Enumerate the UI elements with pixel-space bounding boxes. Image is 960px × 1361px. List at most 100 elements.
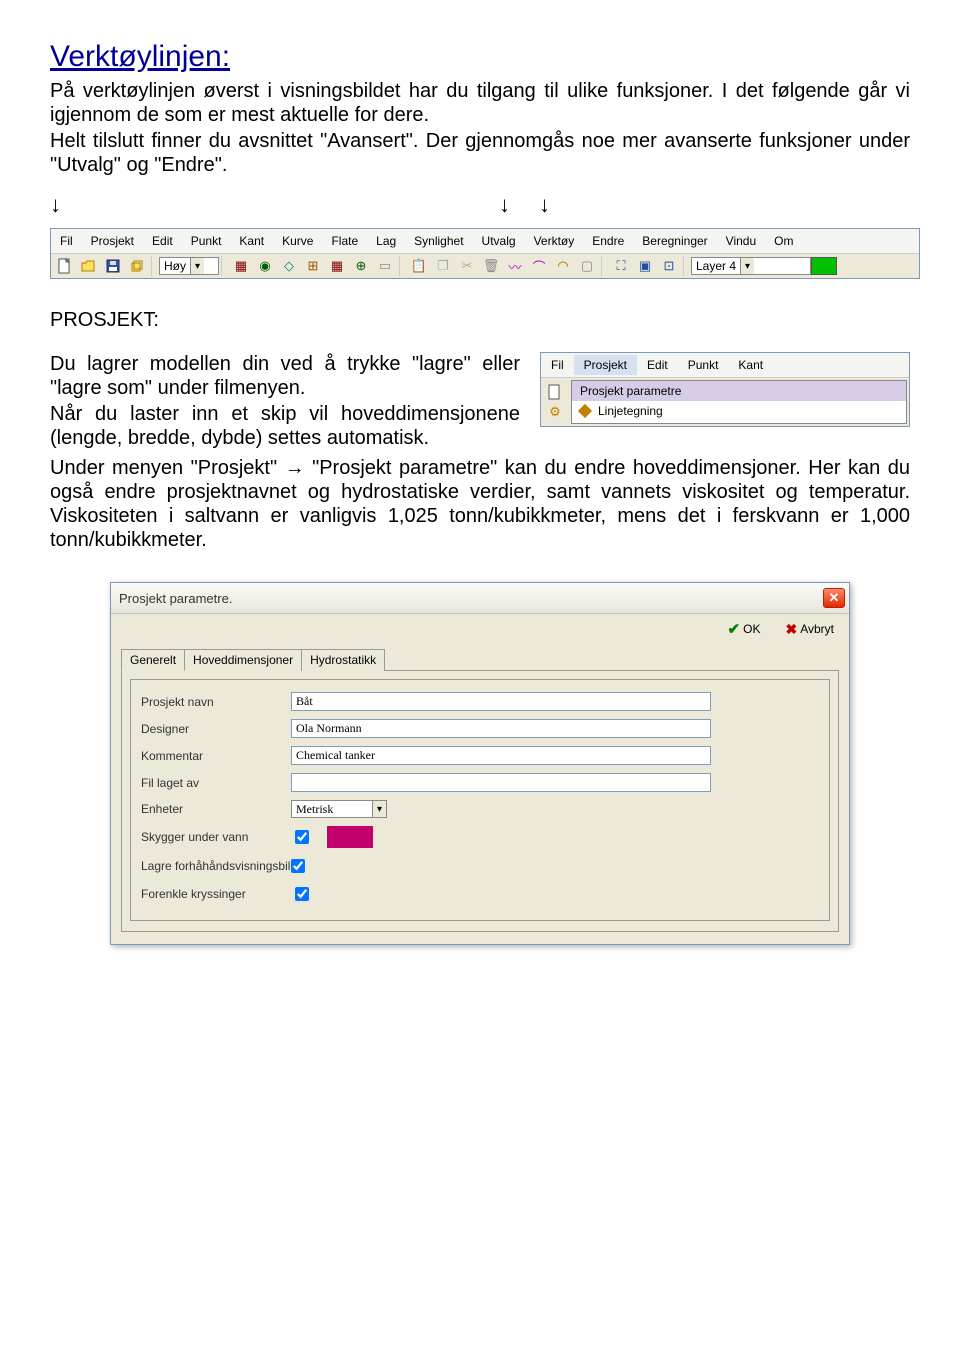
mesh-icon[interactable]: ▦ (326, 256, 348, 276)
menu-prosjekt[interactable]: Prosjekt (82, 232, 143, 250)
menu-utvalg[interactable]: Utvalg (473, 232, 525, 250)
shape-icon[interactable]: ◠ (552, 256, 574, 276)
label-designer: Designer (141, 722, 291, 736)
wireframe-icon[interactable]: ⊞ (302, 256, 324, 276)
menu-lag[interactable]: Lag (367, 232, 405, 250)
quality-combo[interactable]: Høy ▾ (159, 257, 219, 275)
mini-dropdown-screenshot: Fil Prosjekt Edit Punkt Kant ⚙ Prosjekt … (540, 352, 910, 427)
square-icon[interactable]: ▢ (576, 256, 598, 276)
cancel-button[interactable]: ✖Avbryt (785, 620, 834, 638)
checkbox-shadow[interactable] (295, 830, 309, 844)
zoom-icon[interactable]: ▣ (634, 256, 656, 276)
globe-icon[interactable]: ⚙ (544, 402, 566, 422)
body-paragraph-b: Når du laster inn et skip vil hoveddimen… (50, 402, 520, 450)
mini-menu-fil[interactable]: Fil (541, 355, 574, 375)
curve2-icon[interactable]: ⌒ (528, 256, 550, 276)
separator (601, 256, 607, 276)
mini-menu-kant[interactable]: Kant (728, 355, 773, 375)
checkbox-simplify[interactable] (295, 887, 309, 901)
tab-hydrostatikk[interactable]: Hydrostatikk (301, 649, 385, 671)
project-parameters-dialog: Prosjekt parametre. ✕ ✔OK ✖Avbryt Genere… (110, 582, 850, 945)
curves-icon[interactable]: 〰 (504, 256, 526, 276)
save-icon[interactable] (102, 256, 124, 276)
trash-icon[interactable]: 🗑 (480, 256, 502, 276)
input-project-name[interactable] (291, 692, 711, 711)
menu-flate[interactable]: Flate (322, 232, 367, 250)
checkbox-preview[interactable] (291, 859, 305, 873)
layer-value: Layer 4 (692, 259, 740, 273)
new-file-icon[interactable] (54, 256, 76, 276)
layers-icon[interactable] (126, 256, 148, 276)
label-simplify: Forenkle kryssinger (141, 887, 291, 901)
body-paragraph-a: Du lagrer modellen din ved å trykke "lag… (50, 352, 520, 400)
section-heading-prosjekt: PROSJEKT: (50, 309, 910, 332)
menu-kurve[interactable]: Kurve (273, 232, 322, 250)
icon-toolbar: Høy ▾ ▦ ◉ ◇ ⊞ ▦ ⊕ ▭ 📋 ❐ ✂ 🗑 〰 ⌒ ◠ ▢ ⛶ ▣ … (51, 254, 919, 278)
input-units[interactable] (292, 801, 372, 817)
tab-generelt[interactable]: Generelt (121, 649, 185, 671)
layer-combo[interactable]: Layer 4 ▾ (691, 257, 811, 275)
close-icon[interactable]: ✕ (823, 588, 845, 608)
separator (399, 256, 405, 276)
tab-hoveddimensjoner[interactable]: Hoveddimensjoner (184, 649, 302, 671)
menu-bar: Fil Prosjekt Edit Punkt Kant Kurve Flate… (51, 229, 919, 254)
intro-paragraph-2: Helt tilslutt finner du avsnittet "Avans… (50, 129, 910, 177)
dialog-title: Prosjekt parametre. (119, 591, 232, 606)
grid-icon[interactable]: ▦ (230, 256, 252, 276)
menu-endre[interactable]: Endre (583, 232, 633, 250)
open-file-icon[interactable] (78, 256, 100, 276)
diamond-icon[interactable]: ◇ (278, 256, 300, 276)
label-shadow: Skygger under vann (141, 830, 291, 844)
chevron-down-icon[interactable]: ▾ (740, 258, 754, 274)
label-file-created: Fil laget av (141, 776, 291, 790)
menu-punkt[interactable]: Punkt (182, 232, 231, 250)
chevron-down-icon[interactable]: ▾ (190, 258, 204, 274)
color-chip[interactable] (811, 257, 837, 275)
copy-icon[interactable]: ❐ (432, 256, 454, 276)
label-comment: Kommentar (141, 749, 291, 763)
menu-fil[interactable]: Fil (51, 232, 82, 250)
units-combo[interactable]: ▾ (291, 800, 387, 818)
label-project-name: Prosjekt navn (141, 695, 291, 709)
label-preview: Lagre forhåhåndsvisningsbilde (141, 859, 351, 873)
new-file-icon[interactable] (544, 382, 566, 402)
menu-kant[interactable]: Kant (230, 232, 273, 250)
menu-vindu[interactable]: Vindu (717, 232, 765, 250)
diamond-icon (578, 404, 592, 418)
menu-beregninger[interactable]: Beregninger (633, 232, 716, 250)
input-file-created[interactable] (291, 773, 711, 792)
fit-icon[interactable]: ⛶ (610, 256, 632, 276)
arrow-indicators: ↓↓↓ (50, 192, 910, 218)
separator (151, 256, 157, 276)
input-comment[interactable] (291, 746, 711, 765)
clipboard-icon[interactable]: 📋 (408, 256, 430, 276)
separator (683, 256, 689, 276)
chevron-down-icon[interactable]: ▾ (372, 801, 386, 817)
intro-paragraph-1: På verktøylinjen øverst i visningsbildet… (50, 79, 910, 127)
quality-value: Høy (160, 259, 190, 273)
menu-edit[interactable]: Edit (143, 232, 182, 250)
menu-om[interactable]: Om (765, 232, 802, 250)
cut-icon[interactable]: ✂ (456, 256, 478, 276)
pan-icon[interactable]: ⊡ (658, 256, 680, 276)
sphere-icon[interactable]: ◉ (254, 256, 276, 276)
globe-icon[interactable]: ⊕ (350, 256, 372, 276)
mini-menu-punkt[interactable]: Punkt (678, 355, 729, 375)
separator (221, 256, 227, 276)
mini-menu-prosjekt[interactable]: Prosjekt (574, 355, 637, 375)
color-swatch[interactable] (327, 826, 373, 848)
dialog-titlebar: Prosjekt parametre. ✕ (111, 583, 849, 614)
dropdown-item-prosjekt-parametre[interactable]: Prosjekt parametre (572, 381, 906, 401)
dropdown-item-linjetegning[interactable]: Linjetegning (572, 401, 906, 421)
ruler-icon[interactable]: ▭ (374, 256, 396, 276)
menu-synlighet[interactable]: Synlighet (405, 232, 472, 250)
body-paragraph-c: Under menyen "Prosjekt" → "Prosjekt para… (50, 456, 910, 552)
page-title: Verktøylinjen: (50, 40, 910, 74)
tab-row: Generelt Hoveddimensjoner Hydrostatikk (111, 644, 849, 670)
label-units: Enheter (141, 802, 291, 816)
mini-menu-edit[interactable]: Edit (637, 355, 678, 375)
ok-button[interactable]: ✔OK (728, 620, 761, 638)
main-toolbar: Fil Prosjekt Edit Punkt Kant Kurve Flate… (50, 228, 920, 279)
menu-verktoy[interactable]: Verktøy (525, 232, 584, 250)
input-designer[interactable] (291, 719, 711, 738)
